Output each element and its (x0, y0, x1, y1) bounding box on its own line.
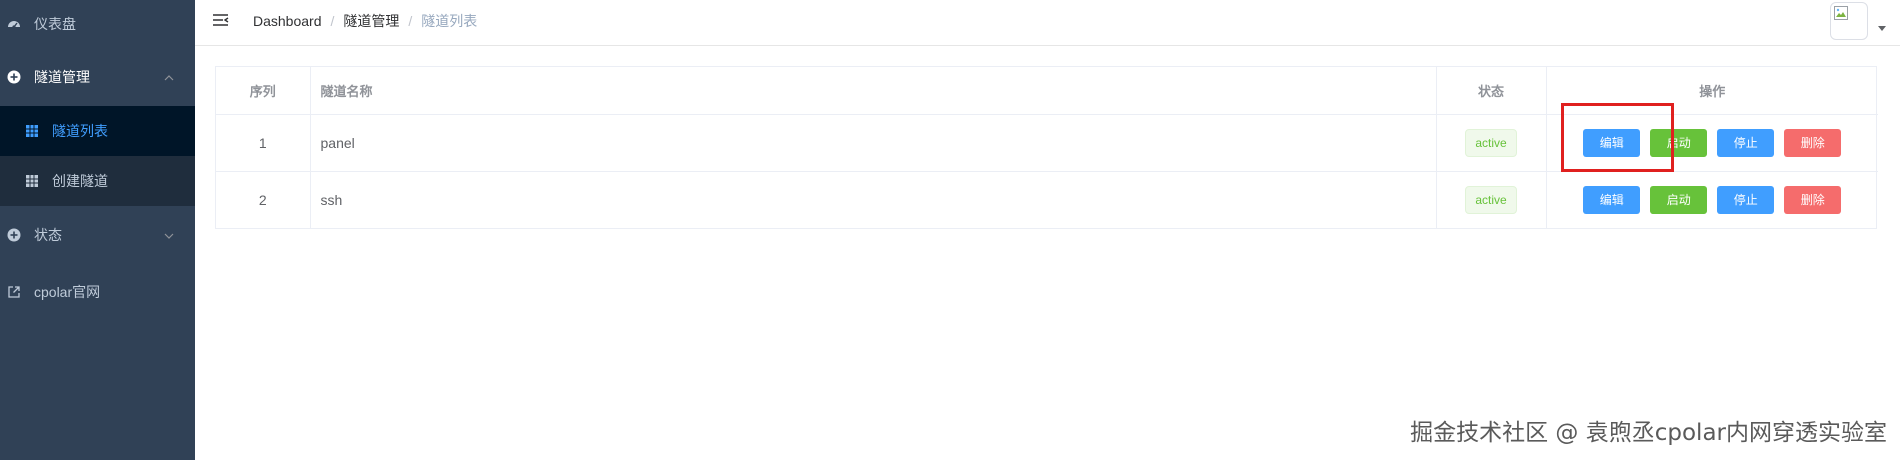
breadcrumb-separator: / (330, 13, 335, 29)
tunnel-table: 序列 隧道名称 状态 操作 1 panel active 编辑 启动 停止 删除 (215, 66, 1878, 229)
stop-button[interactable]: 停止 (1717, 185, 1775, 214)
table-row: 1 panel active 编辑 启动 停止 删除 (216, 114, 1878, 172)
status-badge: active (1465, 185, 1517, 214)
sidebar-item-dashboard[interactable]: 仪表盘 (0, 0, 195, 48)
cell-actions: 编辑 启动 停止 删除 (1546, 171, 1878, 228)
avatar[interactable] (1830, 2, 1868, 40)
status-badge: active (1465, 128, 1517, 157)
cell-status: active (1436, 114, 1547, 172)
cell-status: active (1436, 171, 1547, 228)
table-icon (24, 173, 40, 189)
sidebar-group-tunnel[interactable]: 隧道管理 (0, 48, 195, 106)
cell-actions: 编辑 启动 停止 删除 (1546, 114, 1878, 172)
cell-tunnel-name: panel (310, 114, 1437, 172)
breadcrumb-item-tunnel-management[interactable]: 隧道管理 (343, 11, 399, 31)
watermark: 掘金技术社区 @ 袁煦丞cpolar内网穿透实验室 (1410, 420, 1887, 446)
start-button[interactable]: 启动 (1650, 128, 1708, 157)
sidebar: 仪表盘 隧道管理 隧道列表 创建隧道 状态 cpolar官网 (0, 0, 195, 460)
plus-circle-icon (6, 69, 22, 85)
breadcrumb-separator: / (408, 13, 413, 29)
breadcrumb-item-tunnel-list: 隧道列表 (421, 13, 478, 29)
column-header-status: 状态 (1436, 67, 1547, 115)
sidebar-item-label: 创建隧道 (52, 173, 108, 189)
column-header-index: 序列 (216, 67, 311, 115)
table-icon (24, 123, 40, 139)
dashboard-icon (6, 16, 22, 32)
chevron-up-icon (163, 71, 175, 83)
external-link-icon (6, 284, 22, 300)
column-header-actions: 操作 (1546, 67, 1878, 115)
breadcrumb: Dashboard / 隧道管理 / 隧道列表 (253, 11, 477, 31)
sidebar-group-status[interactable]: 状态 (0, 206, 195, 264)
broken-image-icon (1834, 6, 1848, 20)
start-button[interactable]: 启动 (1650, 185, 1708, 214)
plus-circle-icon (6, 227, 22, 243)
chevron-down-icon (163, 229, 175, 241)
sidebar-group-label: 隧道管理 (34, 69, 90, 85)
delete-button[interactable]: 删除 (1784, 128, 1842, 157)
navbar: Dashboard / 隧道管理 / 隧道列表 (195, 0, 1900, 46)
breadcrumb-item-dashboard[interactable]: Dashboard (253, 13, 322, 29)
submenu-tunnel: 隧道列表 创建隧道 (0, 106, 195, 206)
caret-down-icon[interactable] (1878, 26, 1886, 31)
table-header-row: 序列 隧道名称 状态 操作 (216, 67, 1878, 115)
sidebar-item-tunnel-list[interactable]: 隧道列表 (0, 106, 195, 156)
sidebar-item-label: 隧道列表 (52, 123, 108, 139)
edit-button[interactable]: 编辑 (1583, 128, 1641, 157)
edit-button[interactable]: 编辑 (1583, 185, 1641, 214)
sidebar-item-label: cpolar官网 (34, 284, 101, 300)
sidebar-group-label: 状态 (34, 227, 62, 243)
table-row: 2 ssh active 编辑 启动 停止 删除 (216, 171, 1878, 228)
sidebar-item-cpolar-site[interactable]: cpolar官网 (0, 264, 195, 320)
sidebar-item-create-tunnel[interactable]: 创建隧道 (0, 156, 195, 206)
sidebar-item-label: 仪表盘 (34, 16, 76, 32)
column-header-name: 隧道名称 (310, 67, 1437, 115)
hamburger-icon[interactable] (211, 12, 231, 30)
cell-index: 1 (216, 114, 311, 172)
cell-tunnel-name: ssh (310, 171, 1437, 228)
cell-index: 2 (216, 171, 311, 228)
delete-button[interactable]: 删除 (1784, 185, 1842, 214)
stop-button[interactable]: 停止 (1717, 128, 1775, 157)
